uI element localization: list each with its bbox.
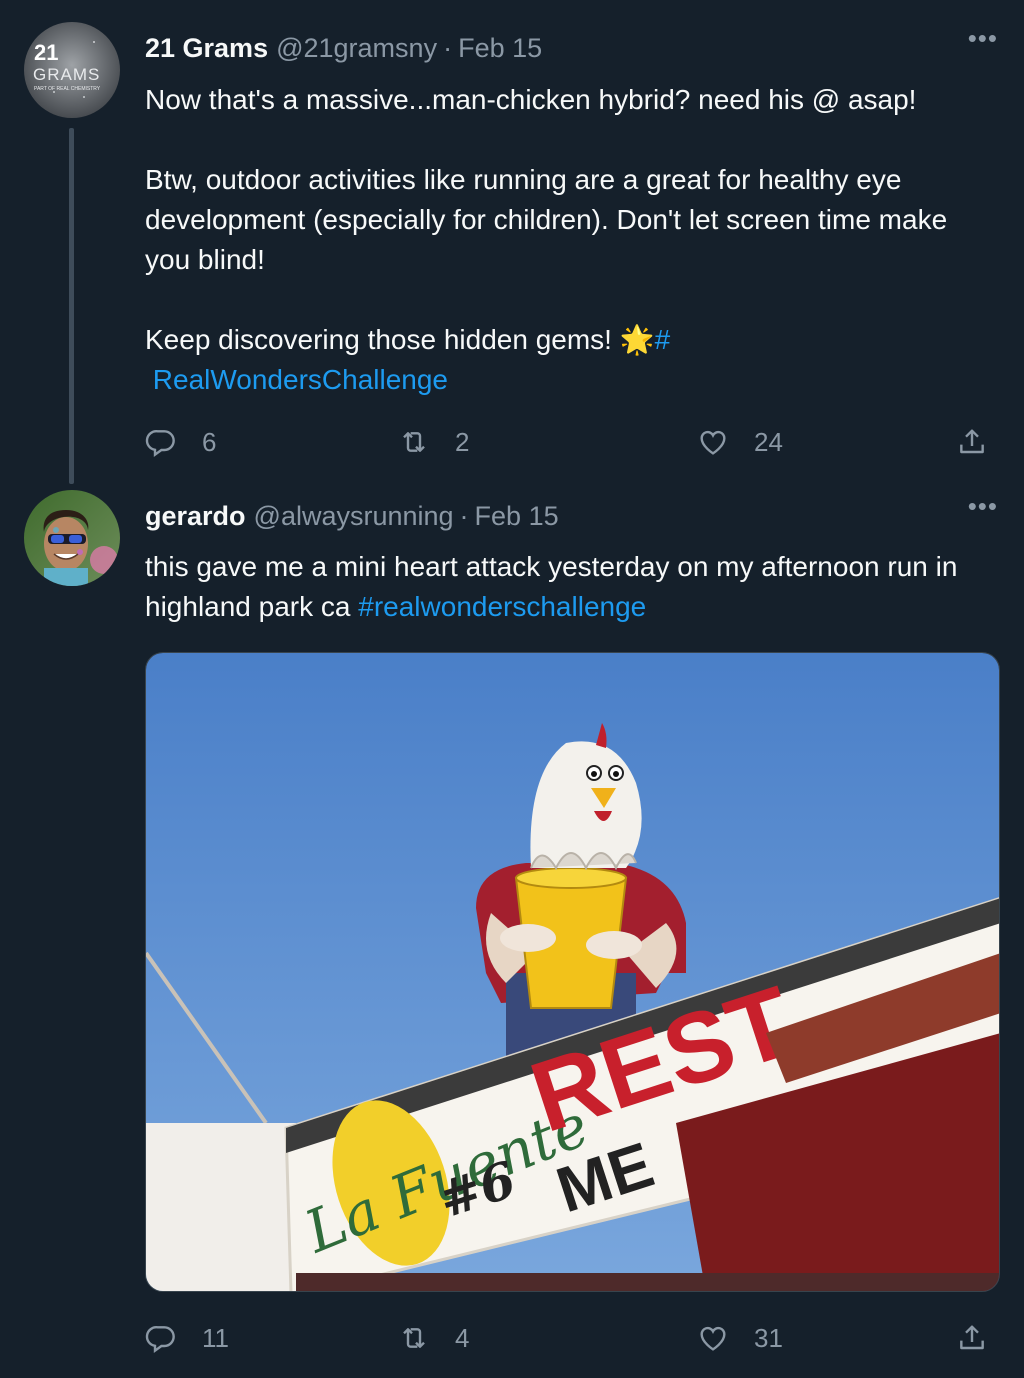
display-name[interactable]: gerardo (145, 501, 246, 532)
handle[interactable]: @21gramsny (276, 33, 437, 64)
more-icon[interactable]: ••• (968, 25, 998, 51)
share-button[interactable] (956, 420, 988, 464)
tweet-content: gerardo @alwaysrunning · Feb 15 ••• this… (145, 490, 998, 627)
action-bar: 6 2 24 (145, 420, 998, 464)
reply-count: 6 (202, 426, 217, 457)
thread-line (69, 128, 74, 484)
tweet-text: this gave me a mini heart attack yesterd… (145, 547, 998, 627)
avatar[interactable] (24, 490, 120, 586)
like-button[interactable]: 31 (697, 1316, 783, 1360)
retweet-count: 2 (455, 426, 470, 457)
avatar-word: GRAMS (33, 65, 100, 84)
retweet-button[interactable]: 2 (398, 420, 469, 464)
like-icon (700, 1326, 726, 1351)
reply-button[interactable]: 11 (145, 1316, 229, 1360)
timestamp[interactable]: Feb 15 (458, 33, 542, 64)
tweet-body: Now that's a massive...man-chicken hybri… (145, 84, 948, 355)
share-icon (960, 1325, 984, 1350)
retweet-button[interactable]: 4 (398, 1316, 469, 1360)
tweet-text: Now that's a massive...man-chicken hybri… (145, 80, 998, 400)
share-icon (960, 429, 984, 454)
handle[interactable]: @alwaysrunning (254, 501, 454, 532)
tweet-header: 21 Grams @21gramsny · Feb 15 ••• (145, 22, 998, 74)
separator: · (443, 32, 453, 63)
tweet-photo[interactable]: La Fuente #6 REST ME (145, 652, 1000, 1292)
separator: · (459, 500, 469, 531)
reply-count: 11 (202, 1322, 229, 1353)
tweet-content: 21 Grams @21gramsny · Feb 15 ••• Now tha… (145, 22, 998, 400)
chicken-statue-photo: La Fuente #6 REST ME (146, 653, 999, 1291)
retweet-icon (403, 432, 425, 452)
avatar-number: 21 (34, 40, 58, 65)
sun-emoji: 🌟 (619, 324, 655, 355)
hashtag-link[interactable]: #realwonderschallenge (358, 591, 646, 622)
reply-button[interactable]: 6 (145, 420, 216, 464)
avatar-tagline: PART OF REAL CHEMISTRY (34, 86, 101, 92)
like-count: 31 (754, 1322, 783, 1353)
tweet[interactable]: gerardo @alwaysrunning · Feb 15 ••• this… (0, 490, 1024, 1378)
avatar-gerardo-photo (24, 490, 120, 586)
tweet-header: gerardo @alwaysrunning · Feb 15 ••• (145, 490, 998, 542)
like-count: 24 (754, 426, 783, 457)
action-bar: 11 4 31 (145, 1316, 998, 1360)
avatar-21grams-logo: 21 GRAMS PART OF REAL CHEMISTRY (24, 22, 120, 118)
timeline: 21 GRAMS PART OF REAL CHEMISTRY 21 Grams… (0, 0, 1024, 1378)
avatar[interactable]: 21 GRAMS PART OF REAL CHEMISTRY (24, 22, 120, 118)
more-icon[interactable]: ••• (968, 493, 998, 519)
retweet-count: 4 (455, 1322, 470, 1353)
like-icon (700, 430, 726, 455)
timestamp[interactable]: Feb 15 (475, 501, 559, 532)
tweet[interactable]: 21 GRAMS PART OF REAL CHEMISTRY 21 Grams… (0, 22, 1024, 492)
reply-icon (145, 1326, 175, 1354)
retweet-icon (403, 1328, 425, 1348)
display-name[interactable]: 21 Grams (145, 33, 268, 64)
reply-icon (145, 430, 175, 458)
share-button[interactable] (956, 1316, 988, 1360)
like-button[interactable]: 24 (697, 420, 783, 464)
